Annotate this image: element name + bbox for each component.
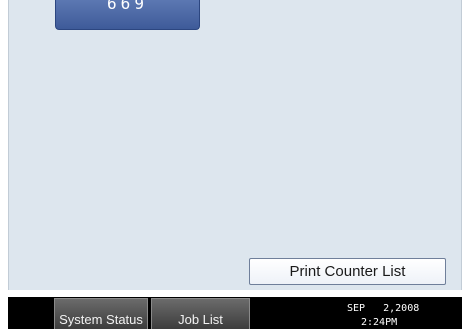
main-panel: 669 bbox=[8, 0, 462, 290]
copier-screen: 669 Print Counter List System Status Job… bbox=[0, 0, 465, 329]
clock-time: 2:24PM bbox=[361, 317, 398, 328]
print-counter-list-button[interactable]: Print Counter List bbox=[249, 258, 446, 285]
counter-display: 669 bbox=[55, 0, 200, 30]
counter-value: 669 bbox=[107, 0, 148, 13]
clock-date: SEP 2,2008 bbox=[347, 303, 420, 314]
system-status-button[interactable]: System Status bbox=[54, 298, 148, 329]
job-list-button[interactable]: Job List bbox=[151, 298, 250, 329]
clock: SEP 2,2008 2:24PM bbox=[250, 299, 462, 329]
